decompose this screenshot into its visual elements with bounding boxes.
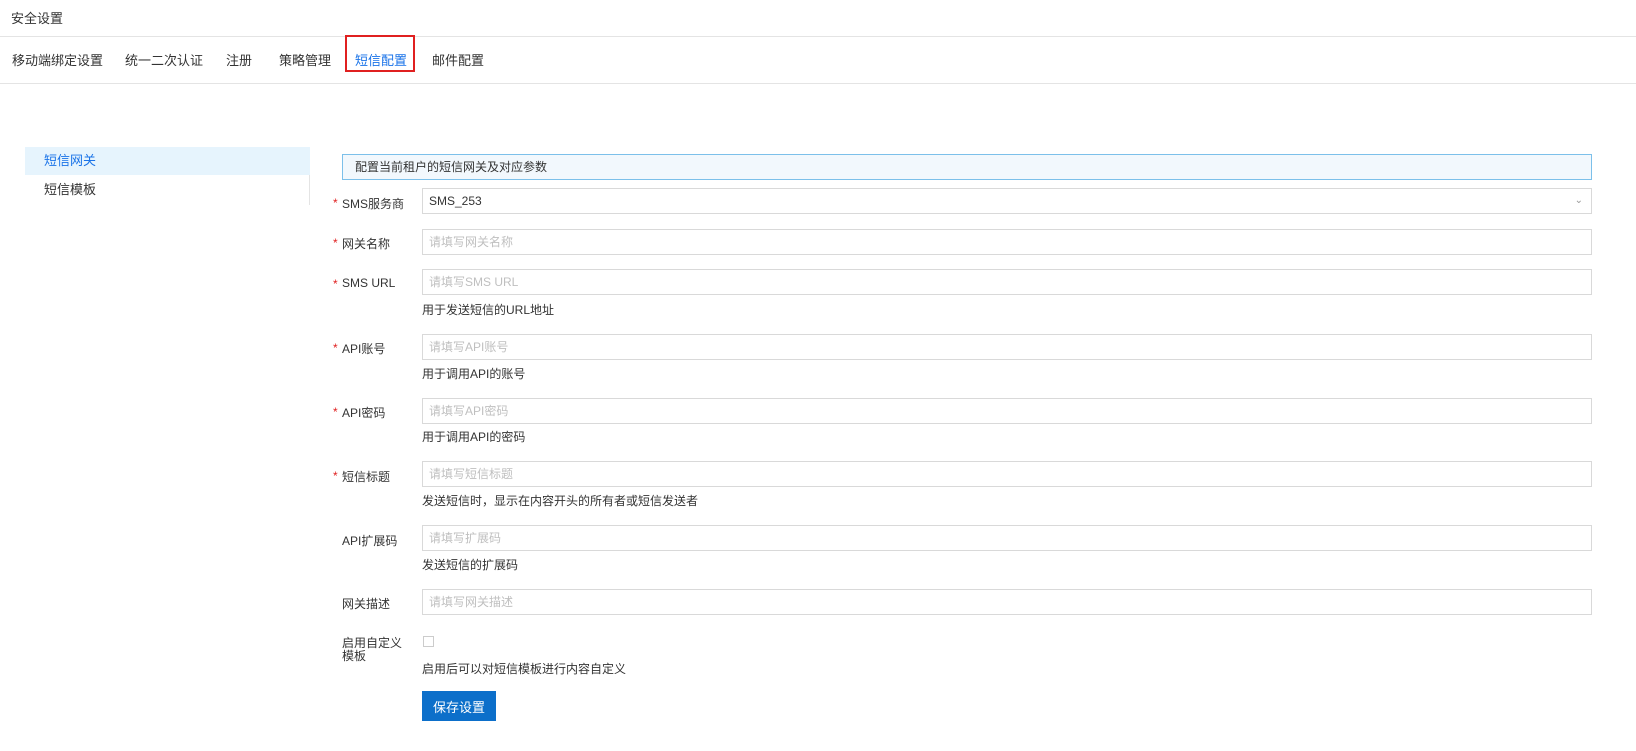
- custom-template-label: 启用自定义模板: [342, 636, 403, 663]
- api-password-label: API密码: [342, 406, 386, 420]
- gateway-desc-label: 网关描述: [342, 597, 391, 611]
- custom-template-help: 启用后可以对短信模板进行内容自定义: [422, 662, 627, 676]
- save-settings-button[interactable]: 保存设置: [422, 691, 496, 721]
- api-ext-help: 发送短信的扩展码: [422, 558, 519, 572]
- api-ext-input[interactable]: [422, 525, 1592, 551]
- provider-select[interactable]: SMS_253 ⌄: [422, 188, 1592, 214]
- page-title: 安全设置: [11, 11, 64, 26]
- tab-register[interactable]: 注册: [226, 50, 252, 69]
- api-account-input[interactable]: [422, 334, 1592, 360]
- page-header: 安全设置: [0, 0, 1636, 37]
- sms-title-help: 发送短信时，显示在内容开头的所有者或短信发送者: [422, 494, 699, 508]
- required-mark: *: [333, 236, 338, 250]
- api-password-help: 用于调用API的密码: [422, 430, 526, 444]
- api-account-label: API账号: [342, 342, 386, 356]
- nav-item-sms-template[interactable]: 短信模板: [25, 176, 310, 204]
- required-mark: *: [333, 405, 338, 419]
- active-tab-highlight-box: [345, 35, 415, 72]
- provider-label: SMS服务商: [342, 197, 405, 211]
- tab-bar: 移动端绑定设置 统一二次认证 注册 策略管理 短信配置 邮件配置: [0, 38, 1636, 84]
- sms-url-help: 用于发送短信的URL地址: [422, 303, 555, 317]
- chevron-down-icon: ⌄: [1574, 195, 1583, 206]
- tab-policy[interactable]: 策略管理: [279, 50, 331, 69]
- tab-mobile-binding[interactable]: 移动端绑定设置: [12, 50, 103, 69]
- gateway-name-label: 网关名称: [342, 237, 391, 251]
- api-ext-label: API扩展码: [342, 534, 398, 548]
- required-mark: *: [333, 196, 338, 210]
- nav-item-sms-gateway[interactable]: 短信网关: [25, 147, 310, 175]
- required-mark: *: [333, 469, 338, 483]
- tab-email-config[interactable]: 邮件配置: [432, 50, 484, 69]
- info-banner: 配置当前租户的短信网关及对应参数: [342, 154, 1592, 180]
- gateway-desc-input[interactable]: [422, 589, 1592, 615]
- required-mark: *: [333, 277, 338, 291]
- custom-template-checkbox[interactable]: [423, 636, 434, 647]
- api-account-help: 用于调用API的账号: [422, 367, 526, 381]
- gateway-name-input[interactable]: [422, 229, 1592, 255]
- provider-value: SMS_253: [429, 194, 482, 208]
- tab-unified-2fa[interactable]: 统一二次认证: [125, 50, 203, 69]
- left-nav: 短信网关 短信模板: [25, 147, 310, 205]
- sms-url-label: SMS URL: [342, 276, 396, 290]
- sms-title-label: 短信标题: [342, 470, 391, 484]
- api-password-input[interactable]: [422, 398, 1592, 424]
- sms-url-input[interactable]: [422, 269, 1592, 295]
- required-mark: *: [333, 341, 338, 355]
- sms-title-input[interactable]: [422, 461, 1592, 487]
